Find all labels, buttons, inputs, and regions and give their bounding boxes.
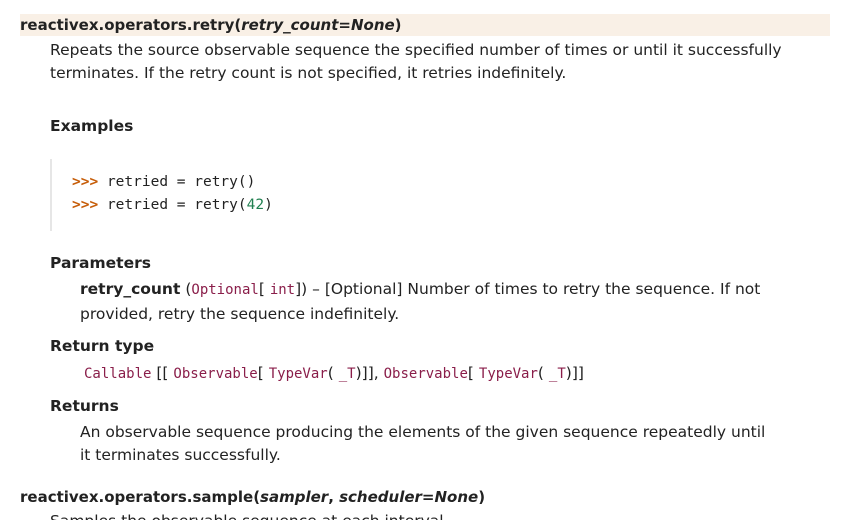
- return-type-heading: Return type: [50, 337, 155, 355]
- return-type-value: Callable [[ Observable[ TypeVar( _T)]], …: [84, 361, 584, 386]
- retry-signature: reactivex.operators.retry(retry_count=No…: [20, 14, 830, 36]
- code-number: 42: [246, 197, 265, 213]
- rtype-observable-link[interactable]: Observable: [384, 366, 468, 382]
- code-text: retried = retry(: [106, 197, 247, 213]
- parameter-retry-count: retry_count (Optional[ int]) – [Optional…: [80, 277, 825, 326]
- returns-heading: Returns: [50, 397, 119, 415]
- rtype-observable-link[interactable]: Observable: [173, 366, 257, 382]
- rtype-t-link[interactable]: _T: [549, 366, 566, 382]
- sample-signature-close: ): [478, 488, 486, 506]
- param-name: retry_count: [80, 280, 181, 298]
- code-line-1: >>> retried = retry(): [72, 171, 810, 194]
- rtype-t-link[interactable]: _T: [339, 366, 356, 382]
- rtype-callable-link[interactable]: Callable: [84, 366, 151, 382]
- retry-signature-param: retry_count: [241, 16, 339, 34]
- returns-description: An observable sequence producing the ele…: [80, 423, 766, 464]
- sample-signature-name: reactivex.operators.sample(: [20, 488, 261, 506]
- rtype-punct: [[: [156, 364, 169, 382]
- param-type-bracket: [: [258, 280, 265, 298]
- rtype-punct: [: [467, 364, 474, 382]
- parameters-heading: Parameters: [50, 254, 151, 272]
- retry-signature-default: =None: [338, 16, 395, 34]
- rtype-punct: )]],: [355, 364, 379, 382]
- code-text: ): [264, 197, 273, 213]
- param-type-int-link[interactable]: int: [270, 282, 295, 298]
- sample-signature-separator: ,: [328, 488, 340, 506]
- retry-description: Repeats the source observable sequence t…: [50, 41, 782, 82]
- param-description: – [Optional] Number of times to retry th…: [80, 280, 761, 323]
- sample-signature-param-scheduler: scheduler: [339, 488, 422, 506]
- code-line-2: >>> retried = retry(42): [72, 194, 810, 217]
- param-type-optional-link[interactable]: Optional: [191, 282, 258, 298]
- code-prompt: >>>: [72, 174, 99, 190]
- retry-signature-name: reactivex.operators.retry(: [20, 16, 242, 34]
- retry-signature-close: ): [394, 16, 402, 34]
- rtype-punct: [: [257, 364, 264, 382]
- sample-signature: reactivex.operators.sample(sampler, sche…: [20, 486, 830, 508]
- rtype-punct: )]]: [565, 364, 584, 382]
- rtype-punct: (: [537, 364, 544, 382]
- sample-signature-default: =None: [421, 488, 479, 506]
- sample-description: Samples the observable sequence at each …: [50, 510, 444, 520]
- examples-code-block: >>> retried = retry() >>> retried = retr…: [50, 159, 810, 231]
- rtype-typevar-link[interactable]: TypeVar: [269, 366, 328, 382]
- sample-signature-param-sampler: sampler: [260, 488, 329, 506]
- rtype-punct: (: [327, 364, 334, 382]
- rtype-typevar-link[interactable]: TypeVar: [479, 366, 538, 382]
- code-text: retried = retry(): [106, 174, 256, 190]
- param-type-close: ]): [295, 280, 308, 298]
- examples-heading: Examples: [50, 117, 134, 135]
- code-prompt: >>>: [72, 197, 99, 213]
